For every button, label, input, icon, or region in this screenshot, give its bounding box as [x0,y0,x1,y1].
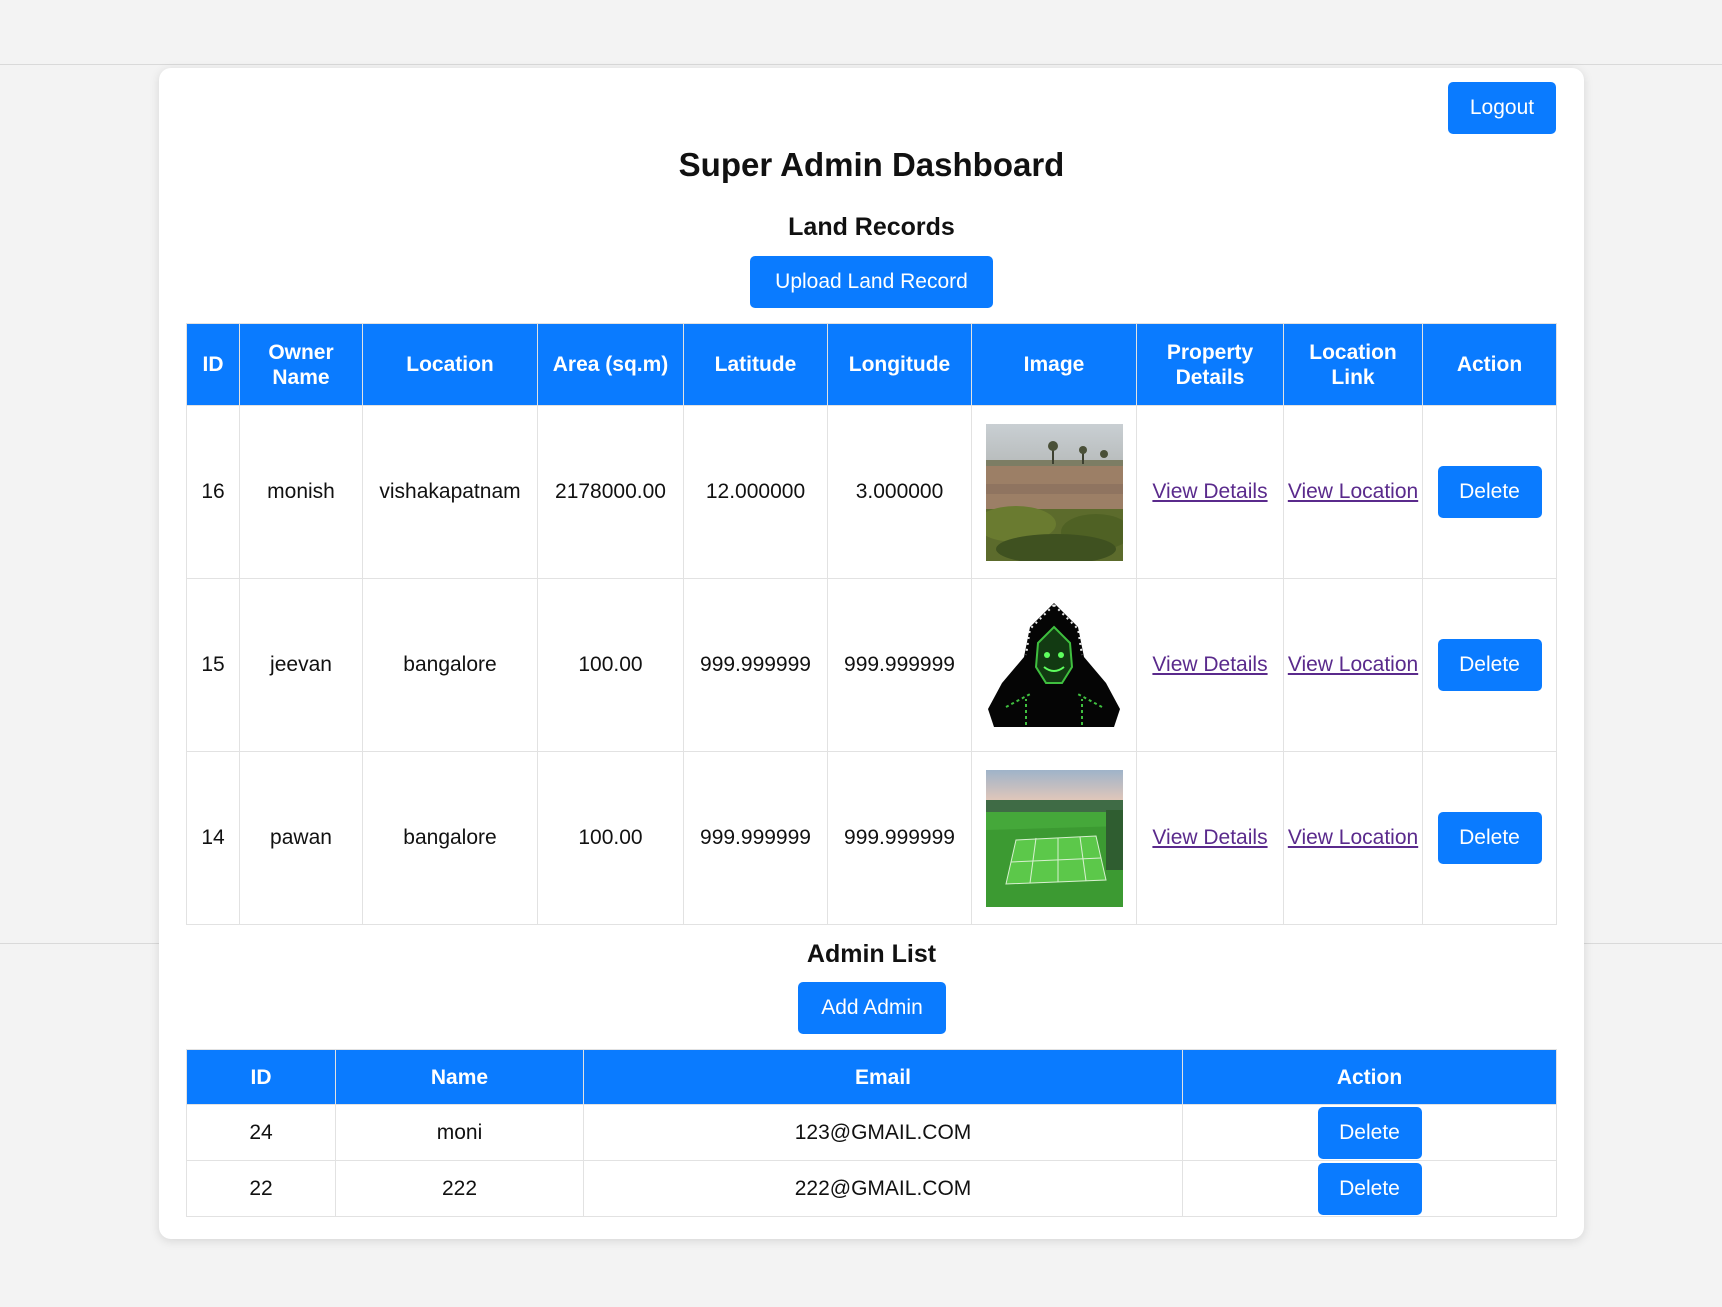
dashboard-card: Logout Super Admin Dashboard Land Record… [159,68,1584,1239]
cell-id: 15 [186,578,240,752]
cell-area: 100.00 [537,578,684,752]
view-details-link[interactable]: View Details [1152,479,1267,505]
cell-name: moni [335,1104,584,1161]
delete-button[interactable]: Delete [1437,812,1542,864]
cell-email: 222@GMAIL.COM [583,1160,1183,1217]
cell-owner: monish [239,405,363,579]
col-area: Area (sq.m) [537,323,684,406]
land-thumbnail-green-field [985,769,1123,907]
add-admin-button[interactable]: Add Admin [798,982,946,1034]
delete-button[interactable]: Delete [1437,639,1542,691]
view-details-link[interactable]: View Details [1152,825,1267,851]
cell-email: 123@GMAIL.COM [583,1104,1183,1161]
land-records-heading: Land Records [788,213,955,241]
cell-property-details: View Details [1136,751,1284,925]
cell-id: 16 [186,405,240,579]
col-email: Email [583,1049,1183,1105]
col-location-link: Location Link [1283,323,1423,406]
cell-action: Delete [1422,578,1557,752]
cell-location: vishakapatnam [362,405,538,579]
hooded-figure-icon [985,596,1123,734]
col-latitude: Latitude [683,323,828,406]
land-header-row: ID Owner Name Location Area (sq.m) Latit… [186,323,1557,406]
col-id: ID [186,323,240,406]
cell-action: Delete [1182,1104,1557,1161]
cell-owner: pawan [239,751,363,925]
land-records-table: ID Owner Name Location Area (sq.m) Latit… [186,323,1557,925]
admin-list-heading: Admin List [806,940,937,968]
cell-image [971,578,1137,752]
cell-owner: jeevan [239,578,363,752]
table-row: 14 pawan bangalore 100.00 999.999999 999… [186,751,1557,925]
top-divider [0,64,1722,65]
cell-property-details: View Details [1136,578,1284,752]
logout-button[interactable]: Logout [1448,82,1556,134]
admin-header-row: ID Name Email Action [186,1049,1557,1105]
cell-area: 100.00 [537,751,684,925]
table-row: 16 monish vishakapatnam 2178000.00 12.00… [186,405,1557,579]
land-thumbnail-dry-field [985,423,1123,561]
table-row: 15 jeevan bangalore 100.00 999.999999 99… [186,578,1557,752]
col-owner-name: Owner Name [239,323,363,406]
col-property-details: Property Details [1136,323,1284,406]
upload-land-record-button[interactable]: Upload Land Record [750,256,993,308]
cell-action: Delete [1422,751,1557,925]
cell-action: Delete [1422,405,1557,579]
cell-longitude: 999.999999 [827,578,972,752]
col-longitude: Longitude [827,323,972,406]
cell-location-link: View Location [1283,405,1423,579]
cell-location-link: View Location [1283,578,1423,752]
cell-latitude: 999.999999 [683,578,828,752]
col-action: Action [1182,1049,1557,1105]
page-title: Super Admin Dashboard [678,146,1065,183]
delete-button[interactable]: Delete [1437,466,1542,518]
cell-image [971,751,1137,925]
cell-action: Delete [1182,1160,1557,1217]
delete-button[interactable]: Delete [1317,1162,1422,1215]
cell-longitude: 999.999999 [827,751,972,925]
delete-button[interactable]: Delete [1317,1106,1422,1159]
cell-id: 14 [186,751,240,925]
col-name: Name [335,1049,584,1105]
admin-list-table: ID Name Email Action 24 moni 123@GMAIL.C… [186,1049,1557,1217]
cell-area: 2178000.00 [537,405,684,579]
cell-image [971,405,1137,579]
table-row: 24 moni 123@GMAIL.COM Delete [186,1104,1557,1161]
view-details-link[interactable]: View Details [1152,652,1267,678]
view-location-link[interactable]: View Location [1288,652,1418,678]
view-location-link[interactable]: View Location [1288,479,1418,505]
cell-latitude: 999.999999 [683,751,828,925]
cell-id: 24 [186,1104,336,1161]
cell-id: 22 [186,1160,336,1217]
cell-location-link: View Location [1283,751,1423,925]
cell-location: bangalore [362,751,538,925]
col-location: Location [362,323,538,406]
col-id: ID [186,1049,336,1105]
table-row: 22 222 222@GMAIL.COM Delete [186,1160,1557,1217]
col-image: Image [971,323,1137,406]
cell-name: 222 [335,1160,584,1217]
view-location-link[interactable]: View Location [1288,825,1418,851]
cell-latitude: 12.000000 [683,405,828,579]
cell-location: bangalore [362,578,538,752]
cell-property-details: View Details [1136,405,1284,579]
col-action: Action [1422,323,1557,406]
cell-longitude: 3.000000 [827,405,972,579]
